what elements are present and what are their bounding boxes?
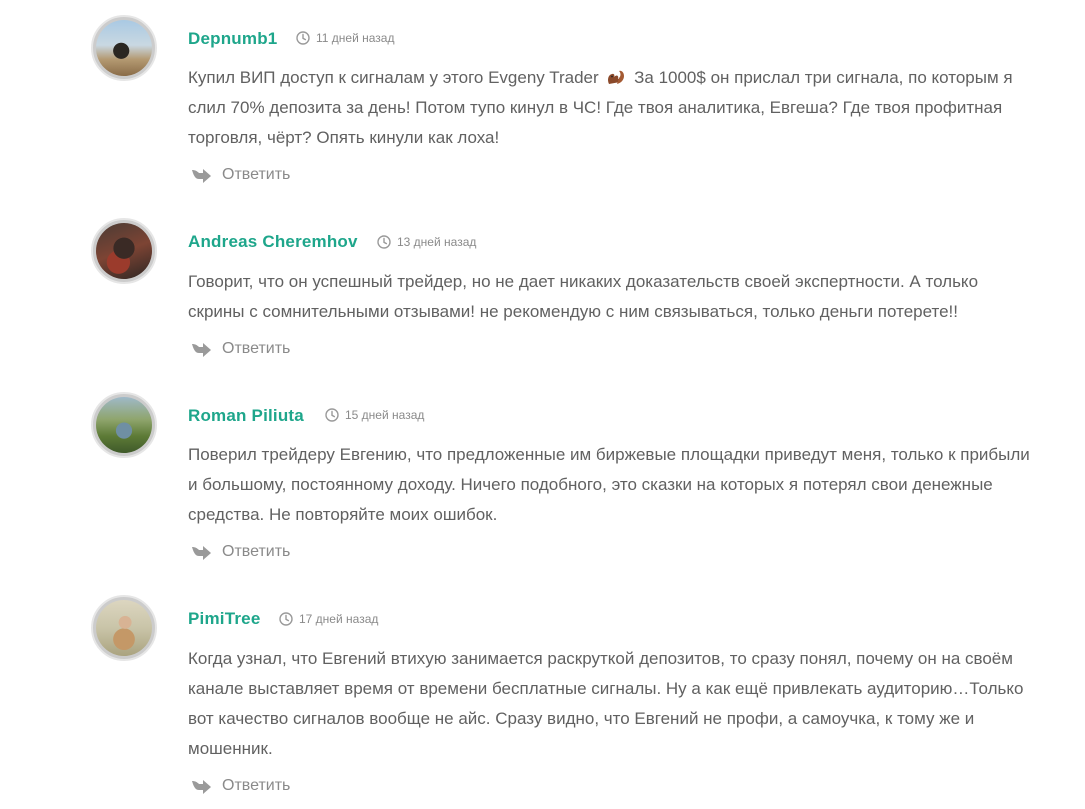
comment-text: Говорит, что он успешный трейдер, но не … (188, 272, 979, 321)
reply-button[interactable]: Ответить (190, 340, 290, 358)
reply-label: Ответить (222, 166, 291, 183)
comment-author[interactable]: Depnumb1 (188, 29, 277, 49)
clock-icon (296, 31, 310, 45)
comment-time: 13 дней назад (397, 235, 477, 249)
avatar[interactable] (91, 15, 157, 81)
comment-date[interactable]: 17 дней назад (279, 612, 378, 626)
reply-label: Ответить (222, 777, 291, 794)
comment-date[interactable]: 13 дней назад (377, 235, 476, 249)
reply-arrow-icon (192, 546, 211, 560)
reply-button[interactable]: Ответить (190, 166, 290, 184)
comment-time: 15 дней назад (345, 408, 425, 422)
clock-icon (377, 235, 391, 249)
comment-time: 11 дней назад (316, 31, 395, 45)
reply-button[interactable]: Ответить (190, 777, 290, 795)
squirrel-emoji-icon (608, 70, 625, 84)
clock-icon (325, 408, 339, 422)
comment-date[interactable]: 11 дней назад (296, 31, 394, 45)
comment-text: Купил ВИП доступ к сигналам у этого Evge… (188, 63, 1038, 153)
comment-author[interactable]: Andreas Cheremhov (188, 232, 358, 252)
comment-date[interactable]: 15 дней назад (325, 408, 424, 422)
avatar[interactable] (91, 595, 157, 661)
comment-text-part: Купил ВИП доступ к сигналам у этого Evge… (188, 68, 599, 87)
avatar[interactable] (91, 218, 157, 284)
comment-author[interactable]: Roman Piliuta (188, 406, 304, 426)
reply-label: Ответить (222, 543, 291, 560)
reply-arrow-icon (192, 169, 211, 183)
reply-label: Ответить (222, 340, 291, 357)
reply-button[interactable]: Ответить (190, 543, 290, 561)
comment-text: Когда узнал, что Евгений втихую занимает… (188, 649, 1024, 758)
comment-text: Поверил трейдеру Евгению, что предложенн… (188, 445, 1030, 524)
reply-arrow-icon (192, 343, 211, 357)
comment-author[interactable]: PimiTree (188, 609, 260, 629)
comment-time: 17 дней назад (299, 612, 379, 626)
clock-icon (279, 612, 293, 626)
avatar[interactable] (91, 392, 157, 458)
reply-arrow-icon (192, 780, 211, 794)
